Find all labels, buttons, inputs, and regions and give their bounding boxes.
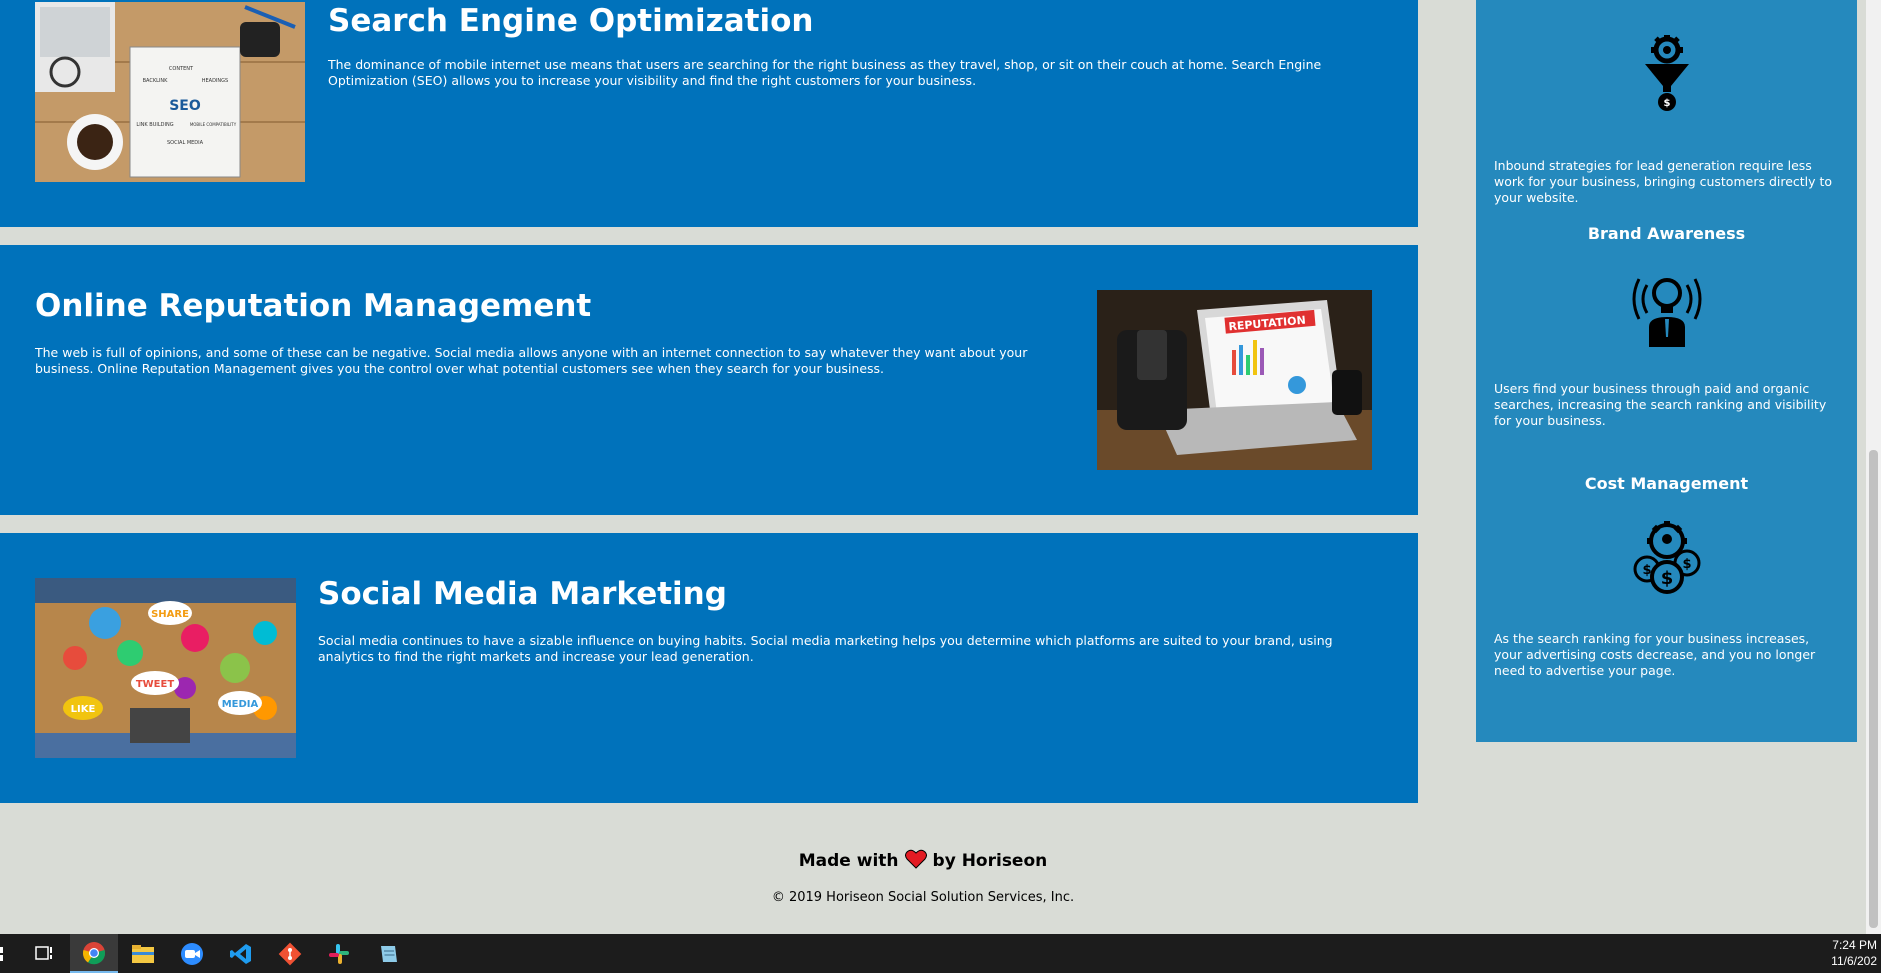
seo-image-content-label: CONTENT (169, 66, 194, 72)
seo-text: The dominance of mobile internet use mea… (328, 57, 1322, 88)
benefits-sidebar: $ Inbound strategies for lead generation… (1476, 0, 1857, 742)
clock-date: 11/6/202 (1831, 954, 1877, 968)
benefit-cost-title: Cost Management (1584, 474, 1749, 493)
social-media-title: Social Media Marketing (318, 576, 727, 612)
benefit-cost-text: As the search ranking for your business … (1494, 631, 1816, 678)
social-media-text: Social media continues to have a sizable… (318, 633, 1333, 664)
taskbar-clock[interactable]: 7:24 PM 11/6/202 (1831, 937, 1877, 969)
seo-title: Search Engine Optimization (328, 3, 814, 39)
benefit-lead-text: Inbound strategies for lead generation r… (1494, 158, 1833, 205)
footer-by-label: by Horiseon (932, 851, 1048, 871)
svg-text:$: $ (1682, 557, 1691, 572)
footer-copyright: © 2019 Horiseon Social Solution Services… (771, 890, 1075, 905)
seo-image-link-building-label: LINK BUILDING (136, 122, 173, 128)
social-image-like-label: LIKE (71, 704, 96, 715)
lead-funnel-icon: $ (1644, 35, 1689, 111)
social-image-media-label: MEDIA (222, 699, 259, 710)
heart-icon (904, 849, 927, 874)
task-view-icon[interactable] (20, 934, 68, 973)
seo-image-social-label: SOCIAL MEDIA (167, 140, 204, 146)
reputation-title: Online Reputation Management (35, 288, 592, 324)
svg-text:$: $ (1663, 98, 1670, 109)
zoom-icon[interactable] (168, 934, 216, 973)
benefit-brand-awareness: Brand Awareness Users find your business… (1476, 224, 1857, 429)
seo-image-backlink-label: BACKLINK (143, 78, 169, 84)
social-media-image: SHARE TWEET LIKE MEDIA (35, 578, 296, 758)
social-image-tweet-label: TWEET (136, 679, 175, 690)
social-media-section: SHARE TWEET LIKE MEDIA Social Media Mark… (0, 533, 1418, 803)
benefit-brand-title: Brand Awareness (1587, 224, 1746, 243)
git-icon[interactable] (266, 934, 314, 973)
svg-text:$: $ (1660, 568, 1673, 589)
seo-image-mobile-label: MOBILE COMPATIBILITY (190, 122, 237, 127)
footer-made-with: Made with by Horiseon (0, 849, 1846, 874)
seo-image-headings-label: HEADINGS (202, 78, 228, 84)
lightbulb-person-icon (1632, 278, 1701, 347)
clock-time: 7:24 PM (1832, 938, 1877, 952)
social-image-share-label: SHARE (151, 609, 189, 620)
footer-made-with-label: Made with (798, 851, 899, 871)
benefit-lead-generation: $ Inbound strategies for lead generation… (1476, 30, 1857, 206)
notepad-icon[interactable] (364, 934, 412, 973)
cost-gear-coins-icon: $ $ $ (1633, 521, 1700, 594)
file-explorer-icon[interactable] (119, 934, 167, 973)
reputation-text: The web is full of opinions, and some of… (35, 345, 1028, 376)
scrollbar-thumb[interactable] (1869, 450, 1878, 928)
vscode-icon[interactable] (217, 934, 265, 973)
reputation-image: REPUTATION (1097, 290, 1372, 470)
page-scrollbar[interactable] (1866, 0, 1881, 934)
slack-icon[interactable] (315, 934, 363, 973)
windows-taskbar: 7:24 PM 11/6/202 (0, 934, 1881, 973)
seo-image: SEO CONTENT BACKLINK HEADINGS LINK BUILD… (35, 2, 305, 182)
seo-image-label: SEO (169, 98, 201, 114)
benefit-brand-text: Users find your business through paid an… (1494, 381, 1827, 428)
reputation-section: Online Reputation Management The web is … (0, 245, 1418, 515)
seo-section: SEO CONTENT BACKLINK HEADINGS LINK BUILD… (0, 0, 1418, 227)
benefit-cost-management: Cost Management $ $ $ As the search rank… (1476, 474, 1857, 679)
chrome-icon[interactable] (70, 934, 118, 973)
